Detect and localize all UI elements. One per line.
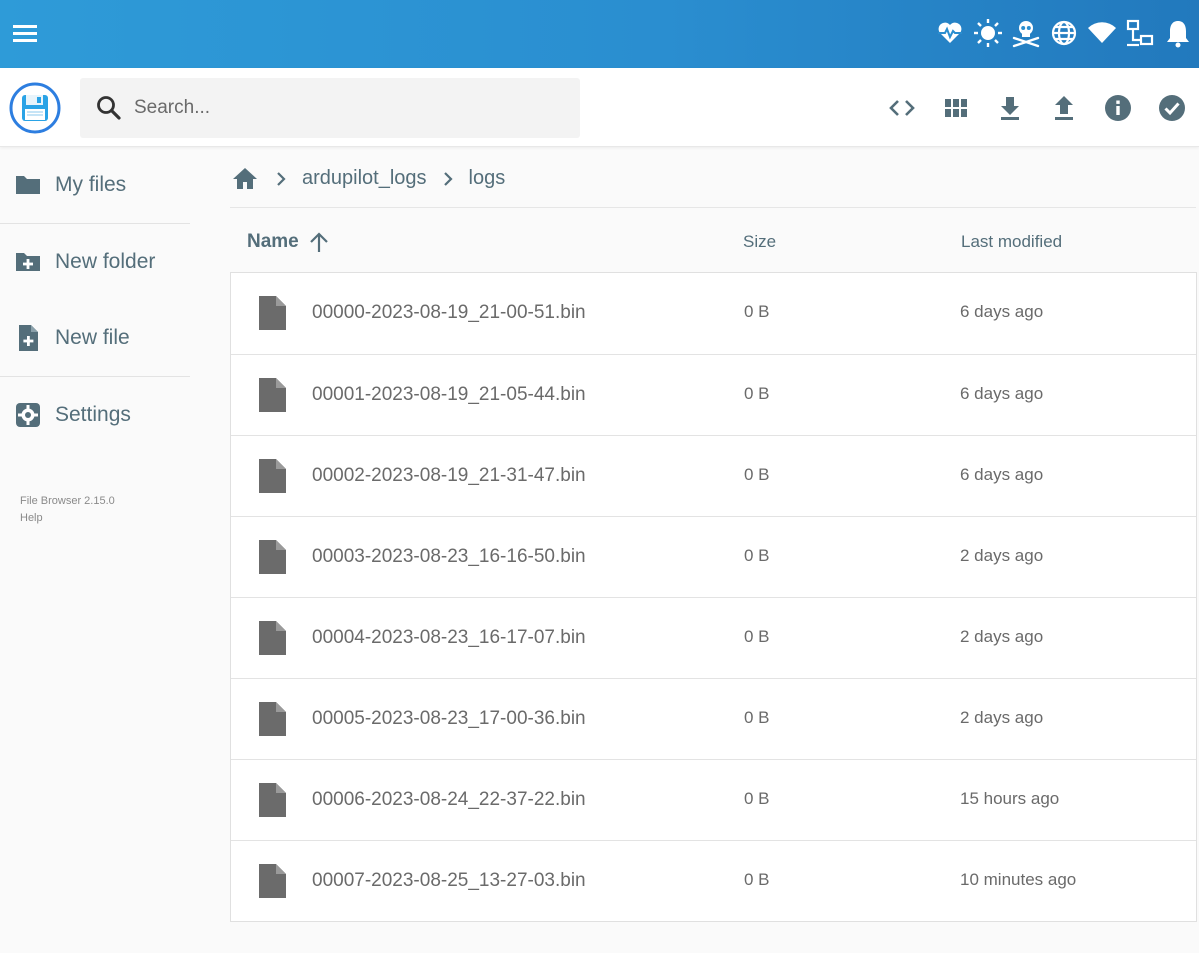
file-plus-icon — [14, 324, 42, 352]
sidebar-item-new-file[interactable]: New file — [0, 300, 190, 376]
upload-icon[interactable] — [1037, 86, 1091, 130]
top-app-bar — [0, 0, 1199, 68]
file-icon — [257, 458, 287, 494]
file-last-modified: 6 days ago — [960, 302, 1044, 321]
column-header-last-modified[interactable]: Last modified — [961, 232, 1062, 252]
file-last-modified: 6 days ago — [960, 384, 1044, 403]
file-last-modified: 6 days ago — [960, 465, 1044, 484]
file-row[interactable]: 00004-2023-08-23_16-17-07.bin 0 B 2 days a… — [231, 597, 1196, 678]
file-size: 0 B — [744, 708, 770, 727]
header-actions — [875, 86, 1199, 130]
file-name: 00000-2023-08-19_21-00-51.bin — [312, 302, 586, 323]
heartbeat-icon[interactable] — [935, 18, 965, 48]
wifi-icon[interactable] — [1087, 18, 1117, 48]
file-last-modified: 15 hours ago — [960, 789, 1060, 808]
file-size: 0 B — [744, 465, 770, 484]
info-icon[interactable] — [1091, 86, 1145, 130]
arrow-up-icon — [307, 229, 333, 255]
file-row[interactable]: 00005-2023-08-23_17-00-36.bin 0 B 2 days a… — [231, 678, 1196, 759]
file-size: 0 B — [744, 302, 770, 321]
column-header-size[interactable]: Size — [743, 232, 776, 252]
file-icon — [257, 539, 287, 575]
home-icon[interactable] — [230, 164, 260, 194]
sun-icon[interactable] — [973, 18, 1003, 48]
code-icon[interactable] — [875, 86, 929, 130]
file-row[interactable]: 00007-2023-08-25_13-27-03.bin 0 B 10 minut… — [231, 840, 1196, 921]
network-icon[interactable] — [1125, 18, 1155, 48]
file-size: 0 B — [744, 789, 770, 808]
file-row[interactable]: 00000-2023-08-19_21-00-51.bin 0 B 6 days a… — [231, 273, 1196, 354]
file-row[interactable]: 00002-2023-08-19_21-31-47.bin 0 B 6 days a… — [231, 435, 1196, 516]
gear-icon — [14, 401, 42, 429]
status-icons — [927, 16, 1193, 50]
search-icon — [94, 93, 124, 123]
sidebar-item-label: New folder — [55, 250, 156, 273]
bell-icon[interactable] — [1163, 18, 1193, 48]
breadcrumb-item[interactable]: logs — [469, 167, 506, 190]
column-header-name[interactable]: Name — [247, 229, 333, 255]
file-name: 00007-2023-08-25_13-27-03.bin — [312, 870, 586, 891]
file-row[interactable]: 00003-2023-08-23_16-16-50.bin 0 B 2 days a… — [231, 516, 1196, 597]
file-last-modified: 10 minutes ago — [960, 870, 1077, 889]
sidebar-item-label: New file — [55, 326, 130, 349]
list-header: Name Size Last modified — [230, 212, 1196, 272]
sidebar-item-my-files[interactable]: My files — [0, 147, 190, 223]
file-icon — [257, 701, 287, 737]
sidebar-item-new-folder[interactable]: New folder — [0, 224, 190, 300]
file-size: 0 B — [744, 384, 770, 403]
file-last-modified: 2 days ago — [960, 546, 1044, 565]
sidebar: My files New folder New file Settings Fi… — [0, 147, 190, 527]
file-size: 0 B — [744, 627, 770, 646]
globe-icon[interactable] — [1049, 18, 1079, 48]
file-name: 00004-2023-08-23_16-17-07.bin — [312, 627, 586, 648]
file-icon — [257, 620, 287, 656]
version-text: File Browser 2.15.0 — [20, 495, 115, 507]
check-circle-icon[interactable] — [1145, 86, 1199, 130]
file-icon — [257, 782, 287, 818]
chevron-right-icon — [270, 168, 292, 190]
help-link[interactable]: Help — [20, 510, 190, 527]
folder-plus-icon — [14, 248, 42, 276]
file-name: 00005-2023-08-23_17-00-36.bin — [312, 708, 586, 729]
chevron-right-icon — [437, 168, 459, 190]
file-name: 00002-2023-08-19_21-31-47.bin — [312, 465, 586, 486]
file-icon — [257, 377, 287, 413]
sidebar-footer: File Browser 2.15.0 Help — [0, 453, 190, 527]
file-icon — [257, 863, 287, 899]
breadcrumb-item[interactable]: ardupilot_logs — [302, 167, 427, 190]
file-size: 0 B — [744, 546, 770, 565]
file-name: 00003-2023-08-23_16-16-50.bin — [312, 546, 586, 567]
download-icon[interactable] — [983, 86, 1037, 130]
sidebar-item-settings[interactable]: Settings — [0, 377, 190, 453]
search-input[interactable] — [134, 88, 554, 128]
file-row[interactable]: 00006-2023-08-24_22-37-22.bin 0 B 15 hours… — [231, 759, 1196, 840]
file-name: 00006-2023-08-24_22-37-22.bin — [312, 789, 586, 810]
file-last-modified: 2 days ago — [960, 708, 1044, 727]
floppy-disk-icon[interactable] — [9, 82, 61, 134]
search-box — [80, 78, 580, 138]
header-bar — [0, 68, 1199, 147]
file-name: 00001-2023-08-19_21-05-44.bin — [312, 384, 586, 405]
file-icon — [257, 295, 287, 331]
file-last-modified: 2 days ago — [960, 627, 1044, 646]
file-row[interactable]: 00001-2023-08-19_21-05-44.bin 0 B 6 days a… — [231, 354, 1196, 435]
folder-icon — [14, 171, 42, 199]
skull-crossbones-icon[interactable] — [1011, 18, 1041, 48]
hamburger-menu-icon[interactable] — [10, 18, 42, 50]
sidebar-item-label: My files — [55, 173, 127, 196]
breadcrumb: ardupilot_logs logs — [230, 150, 1196, 208]
file-size: 0 B — [744, 870, 770, 889]
file-list: 00000-2023-08-19_21-00-51.bin 0 B 6 days a… — [230, 272, 1197, 922]
grid-view-icon[interactable] — [929, 86, 983, 130]
sidebar-item-label: Settings — [55, 403, 131, 426]
column-header-label: Name — [247, 231, 299, 252]
